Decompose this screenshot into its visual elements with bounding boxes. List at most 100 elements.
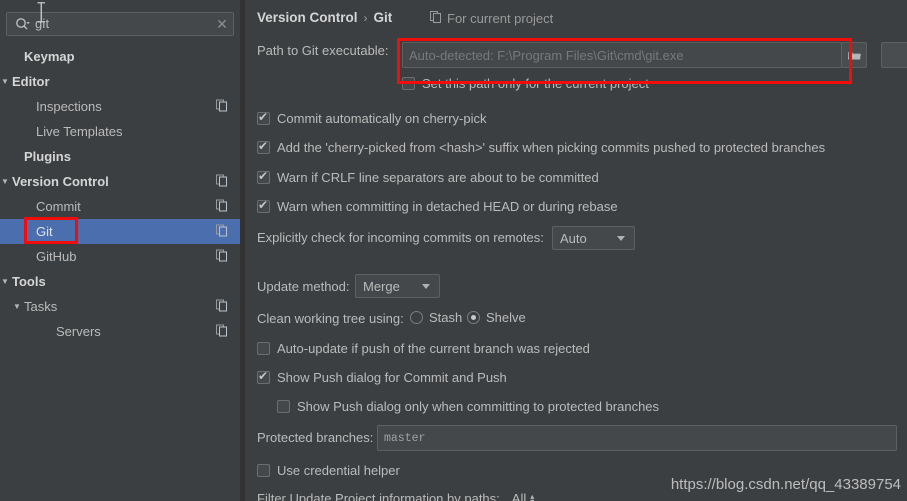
project-scope-icon bbox=[216, 249, 228, 264]
sidebar-item-github[interactable]: GitHub bbox=[0, 244, 240, 269]
git-option-label: Warn if CRLF line separators are about t… bbox=[277, 170, 599, 185]
sidebar-item-version-control[interactable]: ▼ Version Control bbox=[0, 169, 240, 194]
settings-search-field[interactable]: git ✕ bbox=[6, 12, 234, 36]
settings-tree: Keymap ▼ Editor Inspections Live Templates Pl… bbox=[0, 44, 240, 344]
git-executable-path-input[interactable]: Auto-detected: F:\Program Files\Git\cmd\… bbox=[402, 42, 842, 68]
radio-box[interactable] bbox=[467, 311, 480, 324]
radio-box[interactable] bbox=[410, 311, 423, 324]
clean-working-tree-row: Clean working tree using: bbox=[257, 311, 404, 326]
checkbox-box[interactable] bbox=[257, 369, 270, 384]
clean-tree-option-stash[interactable]: Stash bbox=[410, 310, 462, 325]
for-current-project-indicator: For current project bbox=[430, 11, 553, 26]
auto-update-rejected-push-checkbox[interactable]: Auto-update if push of the current branc… bbox=[257, 341, 590, 356]
filter-update-project-value[interactable]: All bbox=[512, 491, 526, 501]
sidebar-item-tasks[interactable]: ▼ Tasks bbox=[0, 294, 240, 319]
sidebar-item-inspections[interactable]: Inspections bbox=[0, 94, 240, 119]
sidebar-item-servers[interactable]: Servers bbox=[0, 319, 240, 344]
sidebar-item-label: Git bbox=[36, 224, 53, 239]
sidebar-item-git[interactable]: Git bbox=[0, 219, 240, 244]
checkbox-box[interactable] bbox=[257, 169, 270, 184]
sidebar-item-label: Version Control bbox=[12, 174, 109, 189]
set-path-only-current-project-checkbox[interactable]: Set this path only for the current proje… bbox=[402, 76, 649, 91]
git-option-checkbox-1[interactable]: Add the 'cherry-picked from <hash>' suff… bbox=[257, 139, 826, 155]
git-option-checkbox-0[interactable]: Commit automatically on cherry-pick bbox=[257, 110, 487, 126]
clean-tree-option-shelve-label: Shelve bbox=[486, 310, 526, 325]
sidebar-item-label: Tools bbox=[12, 274, 46, 289]
show-push-dialog-checkbox[interactable]: Show Push dialog for Commit and Push bbox=[257, 369, 507, 385]
sidebar-item-label: Commit bbox=[36, 199, 81, 214]
incoming-commits-label: Explicitly check for incoming commits on… bbox=[257, 230, 544, 245]
checkbox-box[interactable] bbox=[277, 400, 290, 413]
filter-update-project-label: Filter Update Project information by pat… bbox=[257, 491, 500, 501]
project-scope-icon bbox=[216, 199, 228, 214]
folder-browse-icon[interactable] bbox=[841, 42, 867, 68]
project-scope-icon bbox=[216, 99, 228, 114]
checkbox-box[interactable] bbox=[257, 198, 270, 213]
path-to-git-label: Path to Git executable: bbox=[257, 43, 389, 58]
checkbox-box[interactable] bbox=[257, 110, 270, 125]
sidebar-item-keymap[interactable]: Keymap bbox=[0, 44, 240, 69]
breadcrumb-leaf: Git bbox=[373, 10, 393, 25]
update-method-row: Update method: bbox=[257, 279, 350, 294]
incoming-commits-dropdown[interactable]: Auto bbox=[552, 226, 635, 250]
search-icon[interactable] bbox=[7, 17, 35, 31]
update-method-value: Merge bbox=[363, 278, 400, 294]
incoming-commits-value: Auto bbox=[560, 230, 587, 246]
git-settings-panel: Version Control › Git For current projec… bbox=[245, 0, 907, 501]
protected-branches-input[interactable]: master bbox=[377, 425, 897, 451]
git-executable-path-placeholder: Auto-detected: F:\Program Files\Git\cmd\… bbox=[409, 47, 684, 63]
clean-working-tree-label: Clean working tree using: bbox=[257, 311, 404, 326]
breadcrumb: Version Control › Git bbox=[257, 10, 392, 25]
breadcrumb-root[interactable]: Version Control bbox=[257, 10, 358, 25]
search-input-value[interactable]: git bbox=[35, 13, 211, 35]
breadcrumb-separator-icon: › bbox=[363, 10, 368, 25]
sidebar-item-label: Inspections bbox=[36, 99, 102, 114]
set-path-only-label: Set this path only for the current proje… bbox=[422, 76, 649, 91]
project-scope-icon bbox=[216, 299, 228, 314]
clean-tree-option-stash-label: Stash bbox=[429, 310, 463, 325]
project-scope-icon bbox=[216, 174, 228, 189]
show-push-dialog-protected-label: Show Push dialog only when committing to… bbox=[297, 399, 660, 414]
sidebar-item-label: GitHub bbox=[36, 249, 77, 264]
checkbox-box[interactable] bbox=[402, 77, 415, 90]
show-push-dialog-label: Show Push dialog for Commit and Push bbox=[277, 370, 507, 385]
checkbox-box[interactable] bbox=[257, 342, 270, 355]
clear-x-icon[interactable]: ✕ bbox=[211, 16, 233, 33]
for-current-project-label: For current project bbox=[447, 11, 554, 26]
git-option-label: Add the 'cherry-picked from <hash>' suff… bbox=[277, 140, 826, 155]
disclosure-triangle-icon[interactable]: ▼ bbox=[1, 77, 9, 86]
show-push-dialog-protected-checkbox[interactable]: Show Push dialog only when committing to… bbox=[277, 399, 659, 414]
protected-branches-row: Protected branches: bbox=[257, 430, 373, 445]
git-option-label: Commit automatically on cherry-pick bbox=[277, 111, 487, 126]
checkbox-box[interactable] bbox=[257, 139, 270, 154]
disclosure-triangle-icon[interactable]: ▼ bbox=[13, 302, 21, 311]
clean-tree-option-shelve[interactable]: Shelve bbox=[467, 310, 526, 325]
filter-update-project-row: Filter Update Project information by pat… bbox=[257, 491, 534, 501]
chevron-down-icon bbox=[422, 283, 430, 289]
disclosure-triangle-icon[interactable]: ▼ bbox=[1, 277, 9, 286]
git-option-checkbox-3[interactable]: Warn when committing in detached HEAD or… bbox=[257, 198, 618, 214]
sidebar-item-label: Tasks bbox=[24, 299, 58, 314]
disclosure-triangle-icon[interactable]: ▼ bbox=[1, 177, 9, 186]
spinner-arrows-icon[interactable]: ▴ ▾ bbox=[530, 492, 534, 501]
sidebar-item-live-templates[interactable]: Live Templates bbox=[0, 119, 240, 144]
project-scope-icon bbox=[216, 224, 228, 239]
checkbox-box[interactable] bbox=[257, 464, 270, 477]
use-credential-helper-label: Use credential helper bbox=[277, 463, 400, 478]
sidebar-item-editor[interactable]: ▼ Editor bbox=[0, 69, 240, 94]
use-credential-helper-checkbox[interactable]: Use credential helper bbox=[257, 463, 400, 478]
git-option-checkbox-2[interactable]: Warn if CRLF line separators are about t… bbox=[257, 169, 599, 185]
sidebar-item-label: Keymap bbox=[24, 49, 75, 64]
sidebar-item-commit[interactable]: Commit bbox=[0, 194, 240, 219]
incoming-commits-row: Explicitly check for incoming commits on… bbox=[257, 230, 544, 245]
sidebar-item-label: Plugins bbox=[24, 149, 71, 164]
sidebar-item-label: Live Templates bbox=[36, 124, 123, 139]
update-method-label: Update method: bbox=[257, 279, 350, 294]
auto-update-label: Auto-update if push of the current branc… bbox=[277, 341, 590, 356]
sidebar-item-tools[interactable]: ▼ Tools bbox=[0, 269, 240, 294]
path-extra-button[interactable] bbox=[881, 42, 907, 68]
sidebar-item-label: Servers bbox=[56, 324, 101, 339]
update-method-dropdown[interactable]: Merge bbox=[355, 274, 440, 298]
sidebar-item-plugins[interactable]: Plugins bbox=[0, 144, 240, 169]
protected-branches-value: master bbox=[384, 431, 426, 445]
